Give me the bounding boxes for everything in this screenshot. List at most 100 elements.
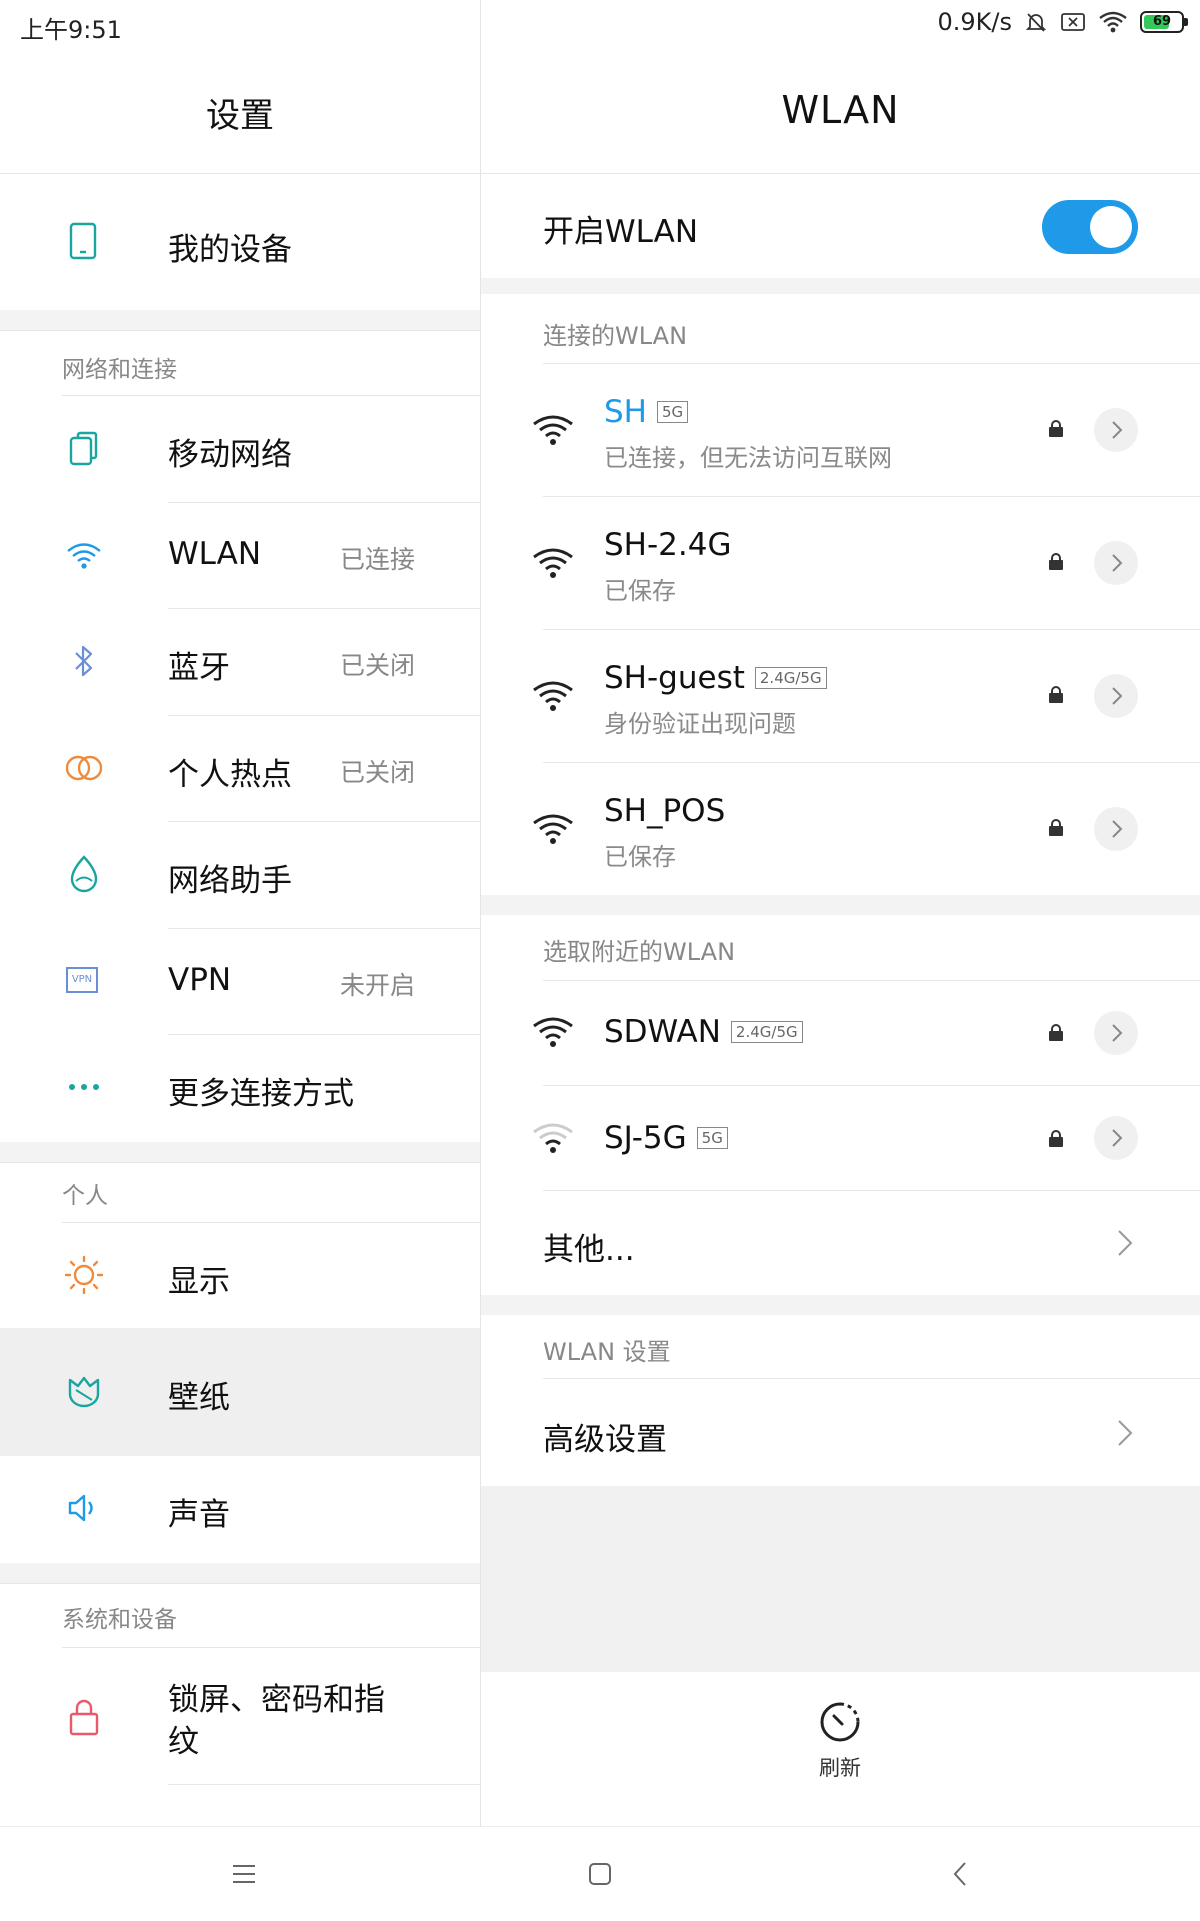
bluetooth-icon [75,645,93,677]
wifi-signal-icon [533,814,573,844]
sim-off-icon [1061,13,1085,31]
wlan-page-title: WLAN [781,88,900,132]
chevron-right-icon [1118,1230,1133,1256]
item-label: 壁纸 [168,1380,230,1416]
network-name: SH_POS [604,793,725,829]
back-button[interactable] [930,1844,990,1904]
item-status: 未开启 [340,971,416,1000]
network-status: 已保存 [604,843,676,871]
network-ssid: SH-2.4G [604,527,732,563]
network-ssid: SH_POS [604,793,726,829]
network-details-button[interactable] [1094,541,1138,585]
mobile-network-icon [69,431,98,466]
divider [0,330,480,331]
network-name: SH-2.4G [604,527,732,563]
my-device-row[interactable]: 我的设备 [0,174,480,308]
band-tag: 5G [657,401,689,423]
wifi-signal-icon [533,415,573,445]
settings-item-wallpaper[interactable]: 壁纸 [0,1328,480,1456]
divider [481,173,1200,174]
chevron-right-icon [1112,1024,1123,1042]
wifi-network-row[interactable] [481,1086,1200,1190]
settings-item-display[interactable]: 显示 [0,1223,480,1328]
empty-area [481,1486,1200,1672]
chevron-right-icon [1112,554,1123,572]
wifi-signal-icon [533,548,573,578]
settings-item-wlan[interactable]: WLAN 已连接 [0,503,480,608]
sound-icon [68,1494,93,1522]
wifi-network-row[interactable] [481,364,1200,496]
battery-icon: 69 [1140,11,1188,33]
lock-icon [1049,819,1063,836]
home-button[interactable] [570,1844,630,1904]
row-separator [168,1784,480,1785]
vpn-icon: VPN [66,967,98,993]
menu-icon [233,1865,255,1883]
chevron-right-icon [1118,1420,1133,1446]
section-gap [481,1295,1200,1315]
settings-item-vpn[interactable]: VPN VPN 未开启 [0,929,480,1034]
lock-icon [1049,1024,1063,1041]
item-label: 移动网络 [168,437,292,473]
settings-item-sound[interactable]: 声音 [0,1456,480,1562]
item-status: 已连接 [340,545,416,574]
network-details-button[interactable] [1094,408,1138,452]
item-label-line2: 纹 [168,1724,199,1760]
wifi-signal-icon [533,1017,573,1047]
wlan-toggle-label: 开启WLAN [543,214,699,250]
network-assistant-icon [70,855,98,893]
item-label-line1: 锁屏、密码和指 [168,1682,385,1718]
other-network-label: 其他... [543,1232,635,1268]
network-ssid: SJ-5G [604,1120,687,1156]
wlan-toggle-switch[interactable] [1042,200,1138,254]
chevron-right-icon [1112,687,1123,705]
section-network-header: 网络和连接 [62,357,177,383]
menu-button[interactable] [214,1844,274,1904]
wifi-network-row[interactable] [481,981,1200,1085]
network-details-button[interactable] [1094,1011,1138,1055]
network-name: SDWAN 2.4G/5G [604,1014,803,1050]
wifi-network-row[interactable] [481,630,1200,762]
refresh-button[interactable]: 刷新 [800,1700,880,1790]
settings-item-lock-screen[interactable]: 锁屏、密码和指 纹 [0,1648,480,1784]
network-details-button[interactable] [1094,1116,1138,1160]
chevron-right-icon [1112,820,1123,838]
wifi-signal-icon [533,681,573,711]
refresh-label: 刷新 [819,1756,861,1780]
more-dots-icon [69,1084,99,1090]
navigation-bar [0,1826,1200,1921]
section-connected-header: 连接的WLAN [543,322,688,350]
network-details-button[interactable] [1094,674,1138,718]
item-label: 网络助手 [168,863,292,899]
section-wlan-settings-header: WLAN 设置 [543,1338,671,1366]
section-gap [481,278,1200,294]
item-status: 已关闭 [340,758,416,787]
network-ssid: SH [604,394,647,430]
network-details-button[interactable] [1094,807,1138,851]
settings-item-more-connections[interactable]: 更多连接方式 [0,1035,480,1141]
section-nearby-header: 选取附近的WLAN [543,938,736,966]
section-gap [0,310,480,330]
section-gap [0,1563,480,1583]
divider [0,1162,480,1163]
settings-item-network-assistant[interactable]: 网络助手 [0,822,480,928]
item-label: 个人热点 [168,757,292,793]
network-status: 已保存 [604,577,676,605]
item-label: 显示 [168,1264,230,1300]
status-wifi-icon [1099,11,1127,33]
toggle-knob [1090,206,1132,248]
chevron-right-icon [1112,1129,1123,1147]
divider [0,1583,480,1584]
lock-icon [1049,553,1063,570]
section-personal-header: 个人 [62,1183,108,1209]
back-chevron-icon [953,1862,966,1886]
settings-item-bluetooth[interactable]: 蓝牙 已关闭 [0,609,480,715]
settings-item-hotspot[interactable]: 个人热点 已关闭 [0,716,480,821]
wifi-network-row[interactable] [481,763,1200,895]
wifi-network-row[interactable] [481,497,1200,629]
item-label: 声音 [168,1497,230,1533]
item-status: 已关闭 [340,651,416,680]
item-label: 更多连接方式 [168,1076,354,1112]
settings-item-mobile-network[interactable]: 移动网络 [0,396,480,502]
chevron-right-icon [1112,421,1123,439]
